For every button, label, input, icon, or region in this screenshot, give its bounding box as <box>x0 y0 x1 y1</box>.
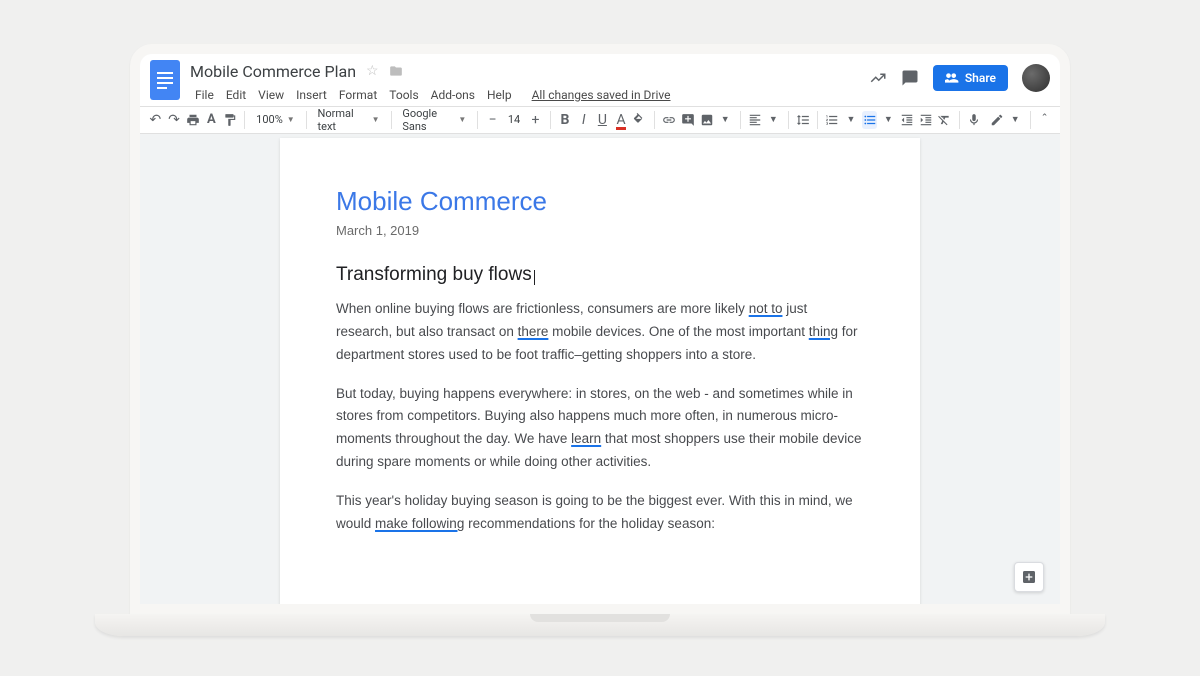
decrease-indent-icon[interactable] <box>900 111 915 129</box>
menu-help[interactable]: Help <box>482 86 517 104</box>
zoom-dropdown[interactable]: 100%▼ <box>252 113 299 126</box>
laptop-frame: Mobile Commerce Plan ☆ File Edit View In… <box>130 44 1070 636</box>
align-more-icon[interactable]: ▼ <box>766 111 781 129</box>
paint-format-icon[interactable] <box>223 111 238 129</box>
document-canvas[interactable]: Mobile Commerce March 1, 2019 Transformi… <box>140 134 1060 604</box>
highlight-color-icon[interactable] <box>632 111 647 129</box>
numbered-list-icon[interactable] <box>825 111 840 129</box>
menu-addons[interactable]: Add-ons <box>426 86 480 104</box>
add-comment-icon[interactable] <box>681 111 696 129</box>
doc-paragraph-3[interactable]: This year's holiday buying season is goi… <box>336 490 864 536</box>
doc-heading-2[interactable]: Transforming buy flows <box>336 264 864 286</box>
voice-typing-icon[interactable] <box>967 111 982 129</box>
laptop-base <box>95 614 1105 636</box>
star-icon[interactable]: ☆ <box>366 63 379 79</box>
decrease-font-icon[interactable]: − <box>485 111 500 129</box>
font-size-input[interactable]: 14 <box>504 113 524 126</box>
italic-icon[interactable]: I <box>576 111 591 129</box>
grammar-error[interactable]: learn <box>571 431 601 446</box>
app-header: Mobile Commerce Plan ☆ File Edit View In… <box>140 54 1060 107</box>
font-dropdown[interactable]: Google Sans▼ <box>398 107 470 133</box>
image-more-icon[interactable]: ▼ <box>718 111 733 129</box>
menu-format[interactable]: Format <box>334 86 382 104</box>
save-status[interactable]: All changes saved in Drive <box>527 86 676 104</box>
spellcheck-icon[interactable]: A <box>204 111 219 129</box>
explore-button[interactable] <box>1014 562 1044 592</box>
paragraph-style-dropdown[interactable]: Normal text▼ <box>314 107 384 133</box>
print-icon[interactable] <box>185 111 200 129</box>
menu-insert[interactable]: Insert <box>291 86 332 104</box>
comments-icon[interactable] <box>901 69 919 87</box>
activity-icon[interactable] <box>869 69 887 87</box>
doc-date[interactable]: March 1, 2019 <box>336 223 864 238</box>
header-right-controls: Share <box>869 60 1050 92</box>
grammar-error[interactable]: make following <box>375 516 464 531</box>
doc-heading-title[interactable]: Mobile Commerce <box>336 186 864 217</box>
menu-bar: File Edit View Insert Format Tools Add-o… <box>190 84 869 106</box>
doc-paragraph-2[interactable]: But today, buying happens everywhere: in… <box>336 383 864 475</box>
align-icon[interactable] <box>747 111 762 129</box>
share-button[interactable]: Share <box>933 65 1008 91</box>
collapse-toolbar-icon[interactable]: ˆ <box>1037 111 1052 129</box>
account-avatar-icon[interactable] <box>1022 64 1050 92</box>
google-docs-logo-icon[interactable] <box>150 60 180 100</box>
document-page[interactable]: Mobile Commerce March 1, 2019 Transformi… <box>280 138 920 604</box>
numbered-more-icon[interactable]: ▼ <box>844 111 859 129</box>
editing-mode-caret-icon[interactable]: ▼ <box>1008 111 1023 129</box>
bulleted-more-icon[interactable]: ▼ <box>881 111 896 129</box>
text-color-icon[interactable]: A <box>614 111 629 129</box>
redo-icon[interactable]: ↷ <box>167 111 182 129</box>
share-button-label: Share <box>965 71 996 85</box>
underline-icon[interactable]: U <box>595 111 610 129</box>
google-docs-window: Mobile Commerce Plan ☆ File Edit View In… <box>140 54 1060 604</box>
bulleted-list-icon[interactable] <box>862 111 877 129</box>
document-title[interactable]: Mobile Commerce Plan <box>190 62 356 81</box>
grammar-error[interactable]: thing <box>809 324 838 339</box>
insert-image-icon[interactable] <box>699 111 714 129</box>
doc-paragraph-1[interactable]: When online buying flows are frictionles… <box>336 298 864 367</box>
grammar-error[interactable]: not to <box>749 301 783 316</box>
menu-tools[interactable]: Tools <box>384 86 423 104</box>
text-cursor-icon <box>534 270 535 285</box>
formatting-toolbar: ↶ ↷ A 100%▼ Normal text▼ Google Sans▼ − … <box>140 107 1060 134</box>
menu-view[interactable]: View <box>253 86 289 104</box>
move-folder-icon[interactable] <box>389 64 403 78</box>
bold-icon[interactable]: B <box>558 111 573 129</box>
menu-file[interactable]: File <box>190 86 219 104</box>
grammar-error[interactable]: there <box>518 324 549 339</box>
clear-formatting-icon[interactable] <box>937 111 952 129</box>
editing-mode-icon[interactable] <box>989 111 1004 129</box>
line-spacing-icon[interactable] <box>796 111 811 129</box>
undo-icon[interactable]: ↶ <box>148 111 163 129</box>
screen-frame: Mobile Commerce Plan ☆ File Edit View In… <box>130 44 1070 614</box>
increase-indent-icon[interactable] <box>918 111 933 129</box>
insert-link-icon[interactable] <box>662 111 677 129</box>
increase-font-icon[interactable]: + <box>528 111 543 129</box>
menu-edit[interactable]: Edit <box>221 86 251 104</box>
